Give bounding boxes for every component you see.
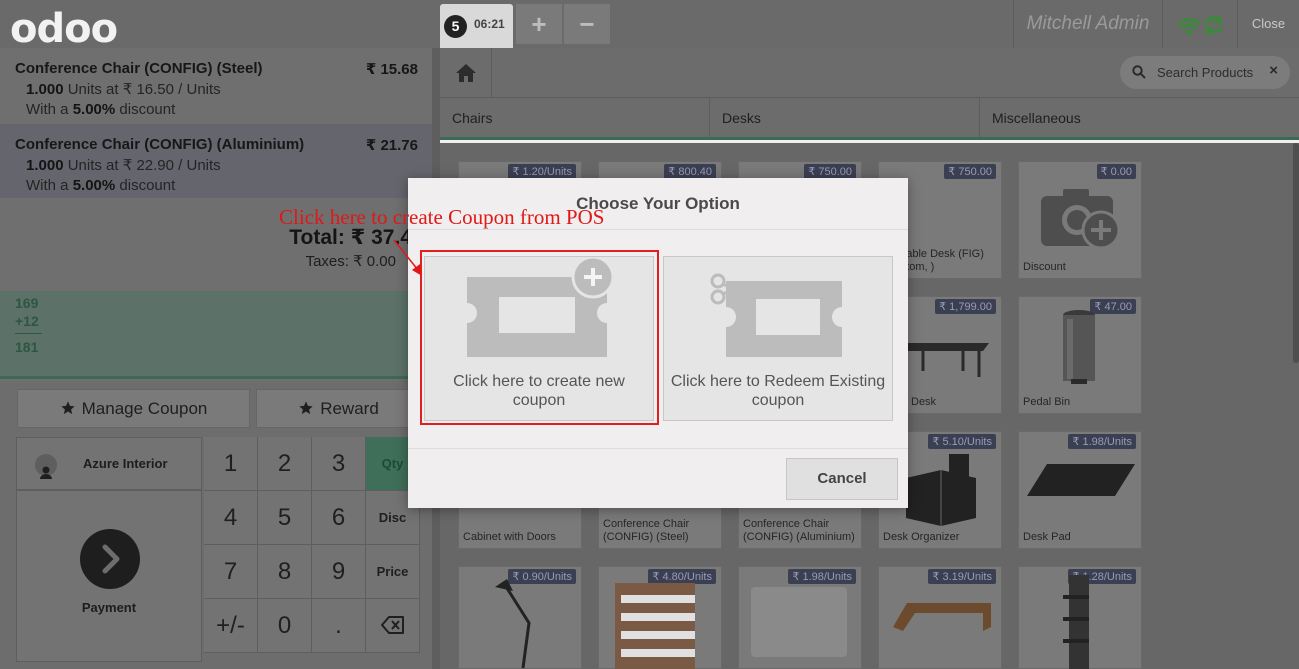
redeem-coupon-label: Click here to Redeem Existing coupon: [670, 373, 886, 409]
scissors-coupon-icon: [710, 271, 846, 364]
dialog-footer-divider: [408, 448, 908, 449]
highlight-box: [420, 250, 659, 425]
annotation-text: Click here to create Coupon from POS: [279, 205, 605, 229]
redeem-coupon-option[interactable]: Click here to Redeem Existing coupon: [663, 256, 893, 421]
cancel-button[interactable]: Cancel: [786, 458, 898, 500]
annotation-arrow-icon: [393, 239, 422, 276]
